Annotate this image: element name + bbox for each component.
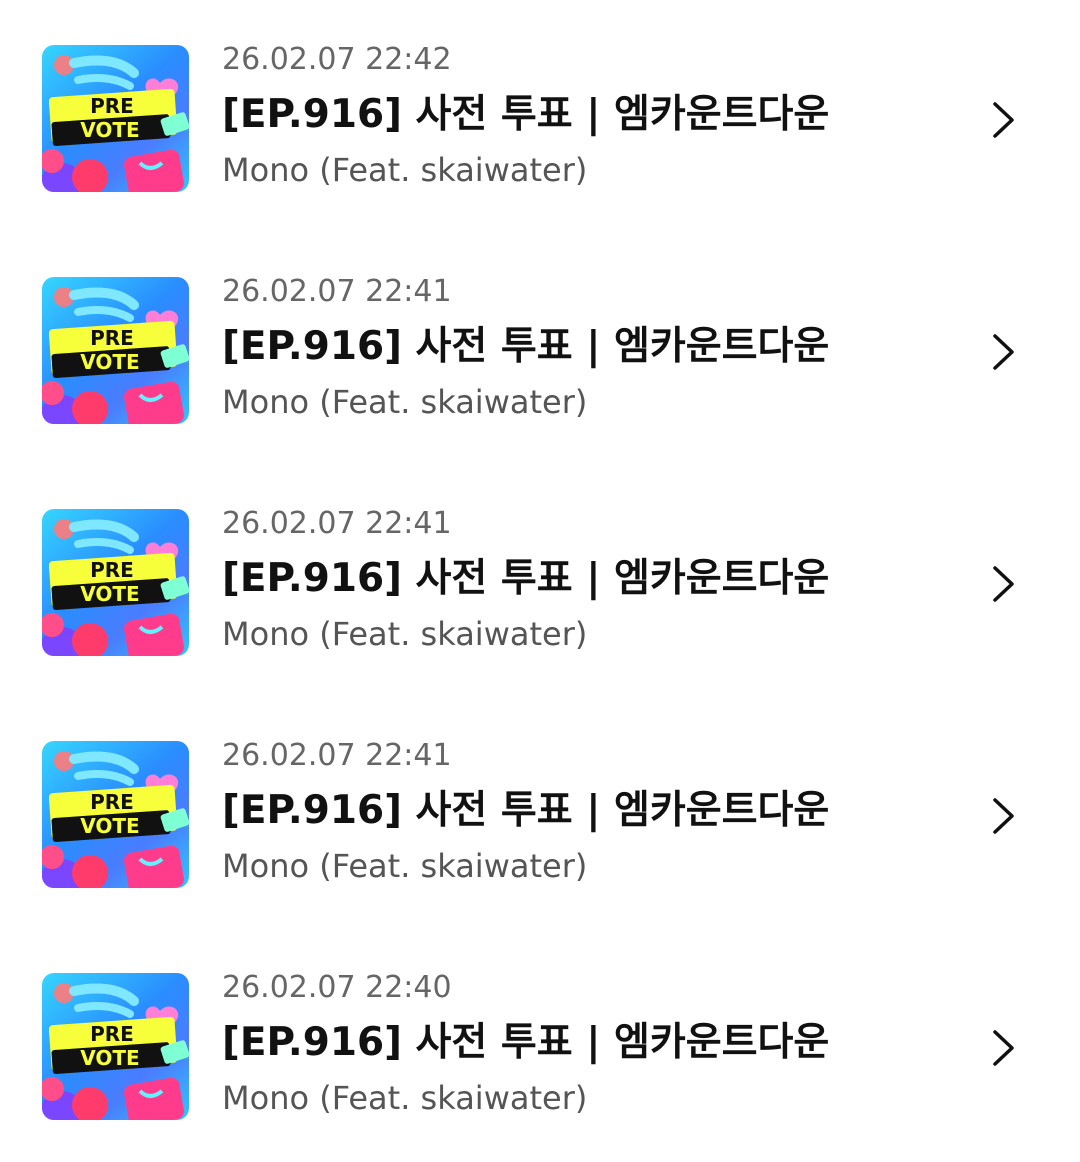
thumb-text-line2: VOTE (80, 118, 139, 142)
thumb-text-line1: PRE (90, 326, 134, 350)
list-item[interactable]: PRE VOTE 26.02.07 22:41 [EP.916] 사전 투표 |… (0, 232, 1080, 464)
vote-datetime: 26.02.07 22:40 (222, 970, 452, 1005)
vote-datetime: 26.02.07 22:42 (222, 42, 452, 77)
chevron-right-icon[interactable] (986, 332, 1020, 372)
vote-title: [EP.916] 사전 투표 | 엠카운트다운 (222, 92, 830, 137)
pre-vote-thumbnail: PRE VOTE (42, 45, 189, 192)
vote-history-list: PRE VOTE 26.02.07 22:42 [EP.916] 사전 투표 |… (0, 0, 1080, 1162)
vote-title: [EP.916] 사전 투표 | 엠카운트다운 (222, 788, 830, 833)
vote-artist: Mono (Feat. skaiwater) (222, 615, 588, 653)
list-item-meta: 26.02.07 22:40 [EP.916] 사전 투표 | 엠카운트다운 M… (222, 968, 962, 1120)
pre-vote-thumbnail: PRE VOTE (42, 277, 189, 424)
vote-artist: Mono (Feat. skaiwater) (222, 1079, 588, 1117)
vote-datetime: 26.02.07 22:41 (222, 506, 452, 541)
vote-datetime: 26.02.07 22:41 (222, 274, 452, 309)
list-item-meta: 26.02.07 22:41 [EP.916] 사전 투표 | 엠카운트다운 M… (222, 504, 962, 656)
list-item-meta: 26.02.07 22:42 [EP.916] 사전 투표 | 엠카운트다운 M… (222, 40, 962, 192)
thumb-text-line2: VOTE (80, 814, 139, 838)
vote-title: [EP.916] 사전 투표 | 엠카운트다운 (222, 324, 830, 369)
vote-datetime: 26.02.07 22:41 (222, 738, 452, 773)
vote-artist: Mono (Feat. skaiwater) (222, 847, 588, 885)
list-item-meta: 26.02.07 22:41 [EP.916] 사전 투표 | 엠카운트다운 M… (222, 736, 962, 888)
pre-vote-thumbnail: PRE VOTE (42, 973, 189, 1120)
pre-vote-thumbnail: PRE VOTE (42, 741, 189, 888)
list-item-meta: 26.02.07 22:41 [EP.916] 사전 투표 | 엠카운트다운 M… (222, 272, 962, 424)
thumb-text-line2: VOTE (80, 350, 139, 374)
vote-title: [EP.916] 사전 투표 | 엠카운트다운 (222, 1020, 830, 1065)
chevron-right-icon[interactable] (986, 1028, 1020, 1068)
vote-artist: Mono (Feat. skaiwater) (222, 383, 588, 421)
vote-title: [EP.916] 사전 투표 | 엠카운트다운 (222, 556, 830, 601)
chevron-right-icon[interactable] (986, 564, 1020, 604)
chevron-right-icon[interactable] (986, 796, 1020, 836)
thumb-text-line2: VOTE (80, 1046, 139, 1070)
thumb-text-line1: PRE (90, 790, 134, 814)
thumb-text-line1: PRE (90, 558, 134, 582)
thumb-text-line1: PRE (90, 94, 134, 118)
pre-vote-thumbnail: PRE VOTE (42, 509, 189, 656)
list-item[interactable]: PRE VOTE 26.02.07 22:40 [EP.916] 사전 투표 |… (0, 928, 1080, 1160)
list-item[interactable]: PRE VOTE 26.02.07 22:42 [EP.916] 사전 투표 |… (0, 0, 1080, 232)
chevron-right-icon[interactable] (986, 100, 1020, 140)
thumb-text-line2: VOTE (80, 582, 139, 606)
vote-artist: Mono (Feat. skaiwater) (222, 151, 588, 189)
thumb-text-line1: PRE (90, 1022, 134, 1046)
list-item[interactable]: PRE VOTE 26.02.07 22:41 [EP.916] 사전 투표 |… (0, 464, 1080, 696)
list-item[interactable]: PRE VOTE 26.02.07 22:41 [EP.916] 사전 투표 |… (0, 696, 1080, 928)
